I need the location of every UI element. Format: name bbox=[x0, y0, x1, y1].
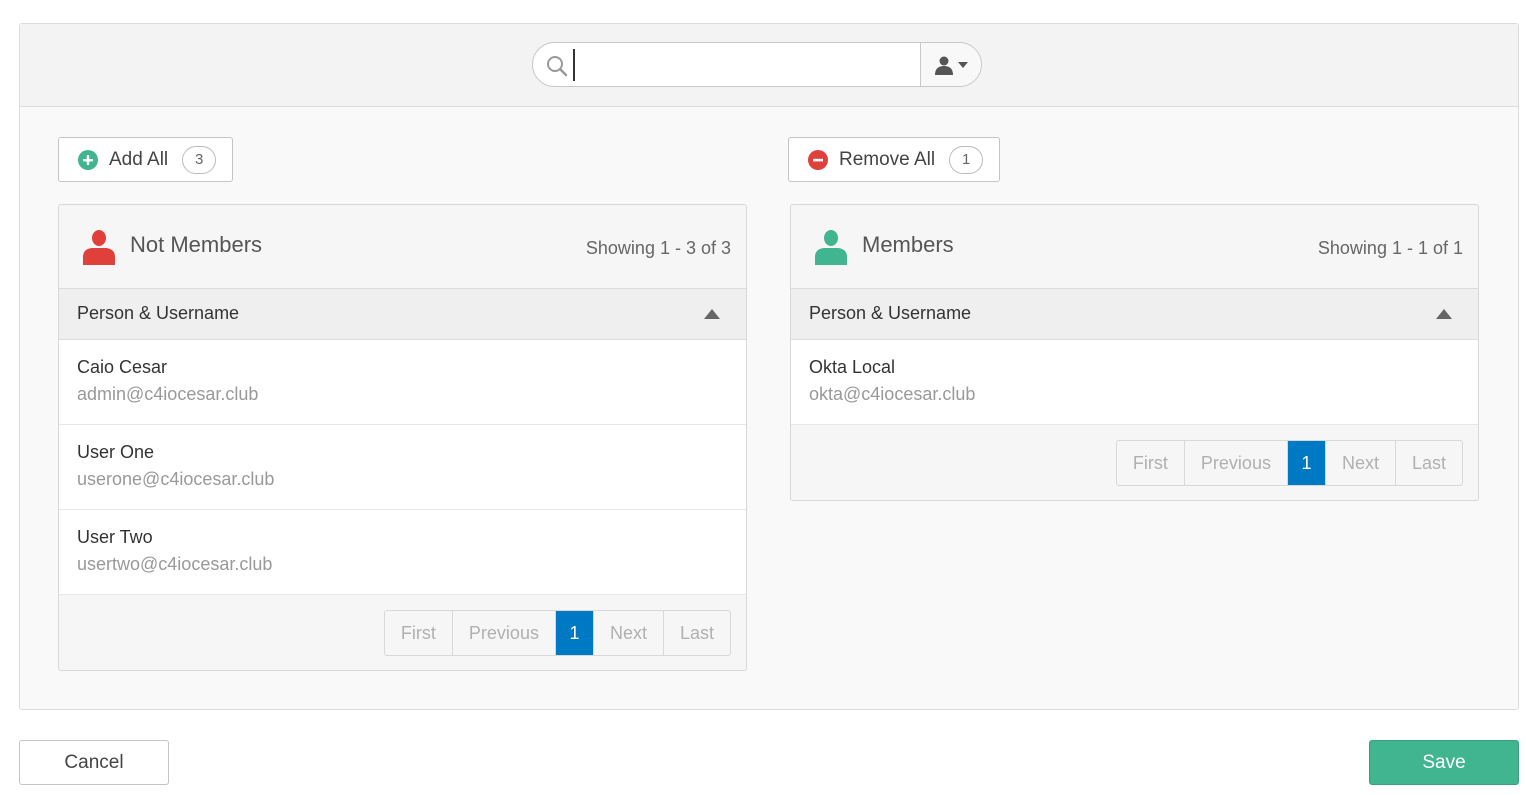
person-icon bbox=[935, 56, 953, 75]
pager-page-current[interactable]: 1 bbox=[555, 611, 594, 655]
add-all-count-badge: 3 bbox=[182, 145, 217, 174]
members-header: Members Showing 1 - 1 of 1 bbox=[791, 205, 1478, 288]
pager-page-current[interactable]: 1 bbox=[1287, 441, 1326, 485]
members-panel: Members Showing 1 - 1 of 1 Person & User… bbox=[790, 204, 1479, 501]
sort-asc-icon[interactable] bbox=[1436, 309, 1452, 319]
save-button[interactable]: Save bbox=[1369, 740, 1519, 785]
person-username: okta@c4iocesar.club bbox=[809, 384, 976, 404]
search-icon bbox=[547, 56, 568, 77]
search-bar bbox=[20, 24, 1518, 107]
members-pagination: First Previous 1 Next Last bbox=[791, 425, 1478, 500]
table-row[interactable]: User One userone@c4iocesar.club bbox=[59, 425, 746, 510]
remove-all-button[interactable]: Remove All 1 bbox=[788, 137, 1001, 182]
cancel-button[interactable]: Cancel bbox=[19, 740, 169, 785]
person-name: User Two bbox=[77, 527, 153, 547]
table-row[interactable]: Okta Local okta@c4iocesar.club bbox=[791, 340, 1478, 425]
search-box bbox=[532, 42, 982, 87]
pager-first[interactable]: First bbox=[1117, 441, 1185, 485]
pager-first[interactable]: First bbox=[385, 611, 453, 655]
add-all-label: Add All bbox=[109, 148, 169, 170]
person-username: userone@c4iocesar.club bbox=[77, 469, 275, 489]
user-filter-dropdown[interactable] bbox=[920, 43, 981, 86]
person-name: Okta Local bbox=[809, 357, 896, 377]
group-membership-panel: Add All 3 Remove All 1 Not Members Showi… bbox=[19, 23, 1519, 710]
person-username: admin@c4iocesar.club bbox=[77, 384, 259, 404]
pagination: First Previous 1 Next Last bbox=[383, 610, 731, 656]
table-row[interactable]: Caio Cesar admin@c4iocesar.club bbox=[59, 340, 746, 425]
column-label: Person & Username bbox=[77, 303, 240, 323]
remove-all-label: Remove All bbox=[839, 148, 936, 170]
person-name: User One bbox=[77, 442, 155, 462]
add-all-button[interactable]: Add All 3 bbox=[58, 137, 234, 182]
person-name: Caio Cesar bbox=[77, 357, 168, 377]
sort-asc-icon[interactable] bbox=[704, 309, 720, 319]
members-column-header[interactable]: Person & Username bbox=[791, 288, 1478, 340]
pagination: First Previous 1 Next Last bbox=[1115, 440, 1463, 486]
remove-all-count-badge: 1 bbox=[949, 145, 984, 174]
not-members-showing: Showing 1 - 3 of 3 bbox=[585, 238, 731, 258]
not-members-column-header[interactable]: Person & Username bbox=[59, 288, 746, 340]
person-username: usertwo@c4iocesar.club bbox=[77, 554, 273, 574]
pager-last[interactable]: Last bbox=[664, 611, 730, 655]
pager-next[interactable]: Next bbox=[1326, 441, 1396, 485]
caret-down-icon bbox=[958, 61, 968, 68]
person-icon bbox=[83, 230, 115, 265]
not-members-pagination: First Previous 1 Next Last bbox=[59, 595, 746, 670]
table-row[interactable]: User Two usertwo@c4iocesar.club bbox=[59, 510, 746, 595]
pager-last[interactable]: Last bbox=[1396, 441, 1462, 485]
pager-next[interactable]: Next bbox=[594, 611, 664, 655]
search-input[interactable] bbox=[573, 49, 913, 81]
pager-previous[interactable]: Previous bbox=[1185, 441, 1288, 485]
not-members-panel: Not Members Showing 1 - 3 of 3 Person & … bbox=[58, 204, 747, 671]
pager-previous[interactable]: Previous bbox=[453, 611, 556, 655]
column-label: Person & Username bbox=[809, 303, 972, 323]
members-showing: Showing 1 - 1 of 1 bbox=[1317, 238, 1463, 258]
minus-circle-icon bbox=[808, 149, 828, 170]
person-icon bbox=[815, 230, 847, 265]
members-title: Members bbox=[862, 232, 954, 257]
plus-circle-icon bbox=[78, 149, 98, 170]
not-members-title: Not Members bbox=[130, 232, 263, 257]
not-members-header: Not Members Showing 1 - 3 of 3 bbox=[59, 205, 746, 288]
